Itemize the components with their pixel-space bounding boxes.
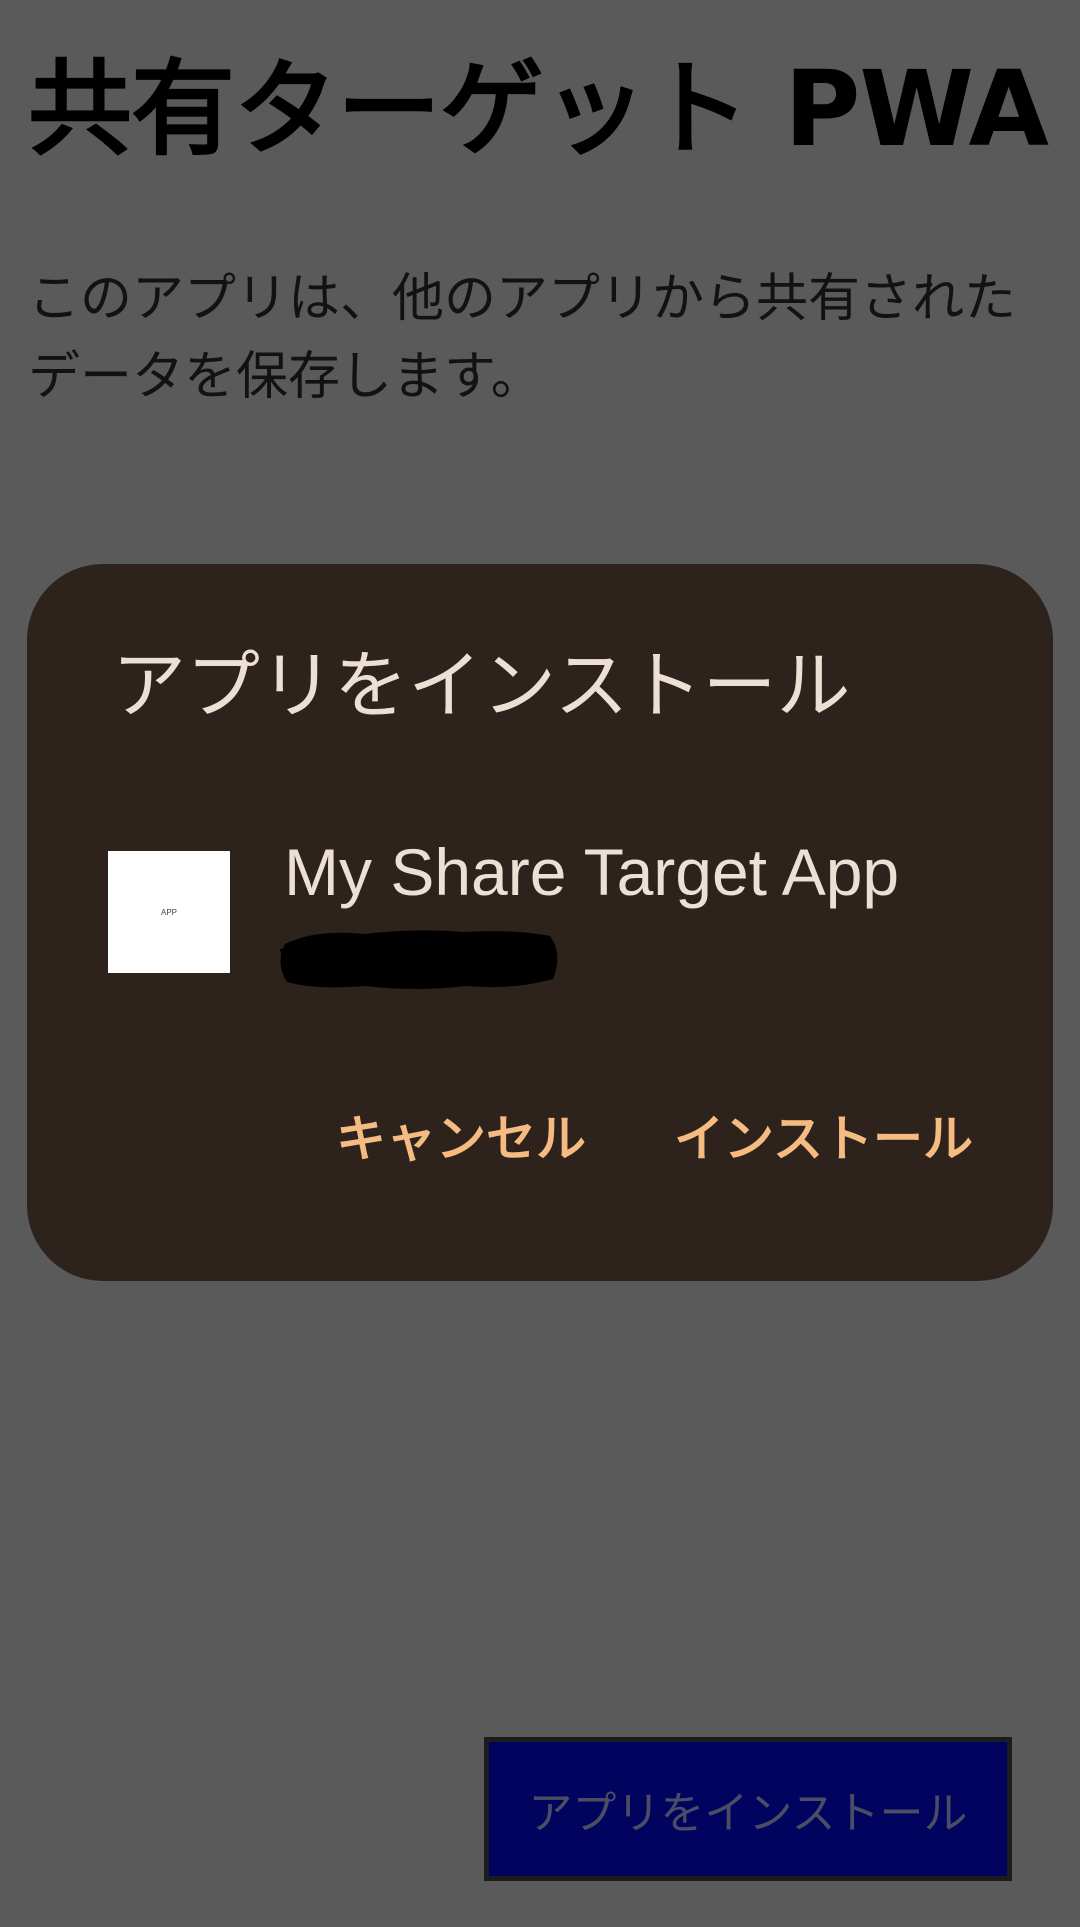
app-icon-label: APP — [160, 907, 177, 917]
install-app-dialog: アプリをインストール APP My Share Target App キャンセル… — [27, 564, 1053, 1281]
page-description: このアプリは、他のアプリから共有されたデータを保存します。 — [28, 269, 1017, 407]
page-title: 共有ターゲット PWA — [28, 48, 1049, 170]
app-name: My Share Target App — [284, 835, 900, 909]
install-app-button[interactable]: アプリをインストール — [484, 1737, 1012, 1881]
dialog-title: アプリをインストール — [112, 643, 851, 729]
cancel-button[interactable]: キャンセル — [336, 1104, 586, 1174]
install-button[interactable]: インストール — [674, 1104, 973, 1174]
redacted-app-origin — [280, 930, 558, 989]
dialog-actions: キャンセル インストール — [336, 1104, 973, 1174]
app-icon: APP — [108, 851, 230, 973]
